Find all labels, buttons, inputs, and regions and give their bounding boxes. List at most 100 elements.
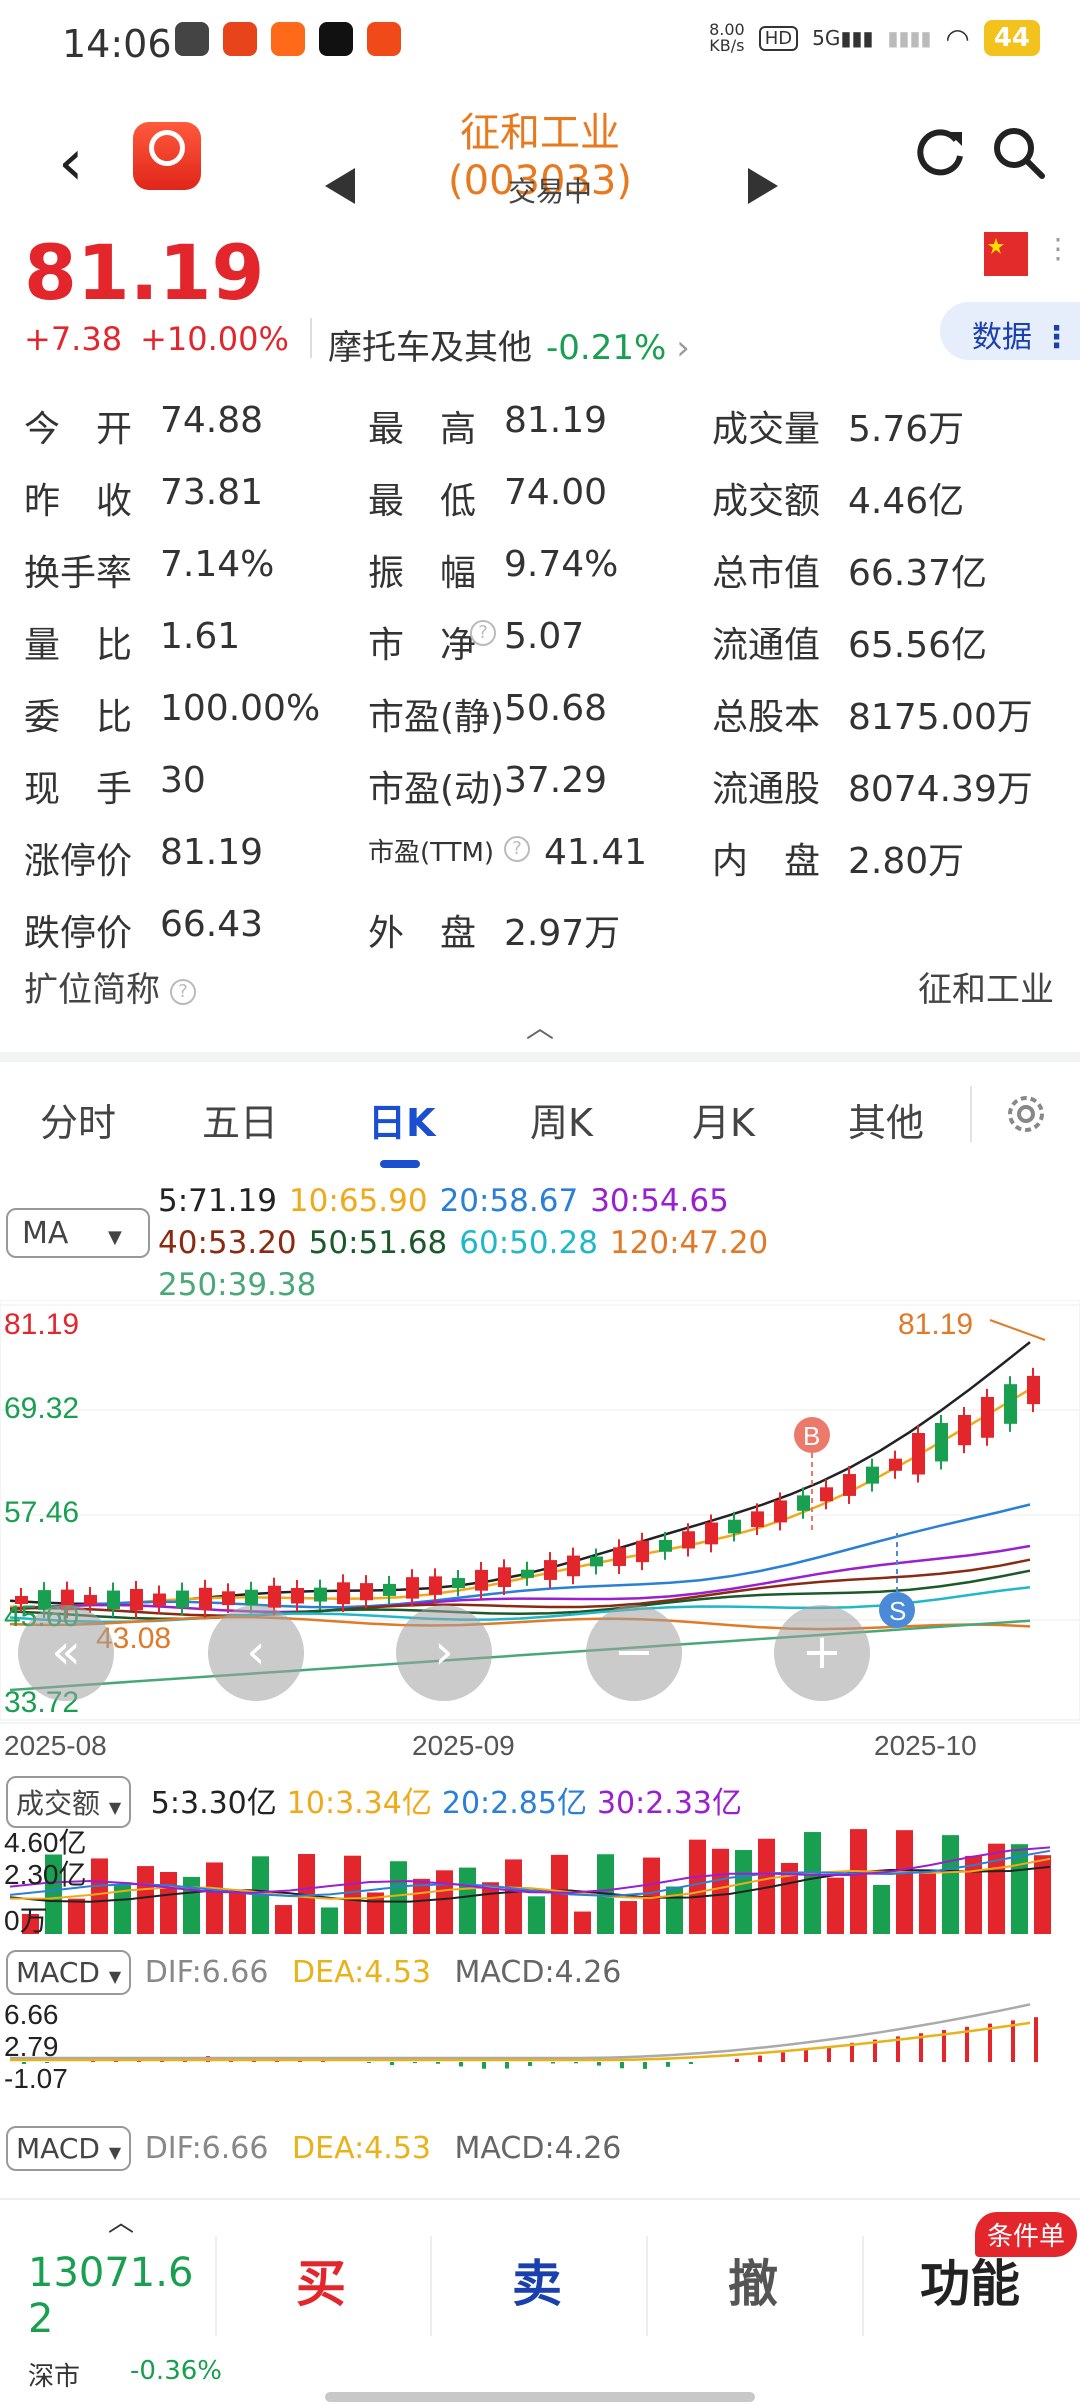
tab-other[interactable]: 其他 [848,1092,924,1147]
stat-label: 涨停价 [24,841,133,882]
ma-selector-label: MA [22,1216,69,1251]
dropdown-icon: ▼ [108,1798,122,1817]
ma-legend-item: 5:71.19 [158,1183,277,1219]
stat-label: 换手率 [24,553,133,594]
help-icon[interactable]: ? [470,620,496,646]
refresh-icon[interactable] [910,122,970,182]
stat-label: 成交量 [712,409,821,450]
help-icon[interactable]: ? [170,978,196,1005]
volume-bar [643,1857,660,1934]
collapse-icon[interactable]: ︿ [526,1006,554,1046]
volume-bar [712,1848,729,1934]
tiktok-icon [319,22,353,56]
stats-row: 量 比 1.61 市 净? 5.07 流通值 65.56亿 [24,606,1064,678]
help-icon[interactable]: ? [504,836,530,862]
gear-icon[interactable] [1000,1088,1052,1140]
stat-label: 成交额 [712,481,821,522]
tab-daily-k[interactable]: 日K [368,1092,435,1147]
app-icon [223,22,257,56]
stats-row: 今 开 74.88 最 高 81.19 成交量 5.76万 [24,390,1064,462]
candle-body [383,1583,396,1596]
data-button[interactable]: 数据 ⋮ [940,302,1080,360]
candle-body [475,1569,488,1591]
candle-body [636,1540,649,1563]
candle-body [84,1594,97,1605]
dropdown-icon: ▼ [107,1227,122,1248]
ma-selector[interactable]: MA ▼ [6,1208,150,1258]
sector-link[interactable]: 摩托车及其他 -0.21% › [328,320,690,369]
index-value[interactable]: 13071.62 [28,2250,218,2342]
next-stock-icon[interactable] [748,168,778,204]
volume-bar [390,1861,407,1934]
macd-value: MACD:4.26 [454,1955,622,1990]
stats-row: 跌停价 66.43 外 盘 2.97万 [24,894,1064,966]
stat-value: 9.74% [504,544,619,585]
stats-row: 昨 收 73.81 最 低 74.00 成交额 4.46亿 [24,462,1064,534]
zoom-out-button[interactable]: − [586,1605,682,1701]
stat-label: 流通股 [712,769,821,810]
stat-value: 1.61 [160,616,241,657]
app-logo[interactable] [133,122,201,190]
sector-percent: -0.21% [546,328,667,368]
back-icon[interactable]: ‹ [58,126,84,200]
pan-left-button[interactable]: ‹ [208,1605,304,1701]
tab-monthly-k[interactable]: 月K [692,1092,755,1147]
conditional-order-badge[interactable]: 条件单 [975,2212,1078,2257]
volume-bar [183,1876,200,1934]
macd-chart[interactable]: 6.662.79-1.07 [0,1998,1080,2108]
macd-selector-2[interactable]: MACD ▼ [6,2126,132,2171]
macd-selector[interactable]: MACD ▼ [6,1950,132,1995]
candle-body [981,1396,994,1438]
volume-selector[interactable]: 成交额 ▼ [6,1776,132,1828]
candle-body [360,1583,373,1601]
tab-five-day[interactable]: 五日 [202,1092,278,1147]
volume-bar [689,1839,706,1934]
zoom-in-button[interactable]: + [774,1605,870,1701]
tab-weekly-k[interactable]: 周K [530,1092,593,1147]
volume-header: 成交额 ▼ 5:3.30亿 10:3.34亿 20:2.85亿 30:2.33亿 [0,1776,742,1828]
candle-body [452,1578,465,1589]
candle-body [521,1569,534,1578]
china-flag-icon[interactable] [984,232,1028,276]
sell-button[interactable]: 卖 [512,2244,562,2316]
more-icon[interactable]: ⋮ [1044,232,1072,265]
cancel-order-button[interactable]: 撤 [728,2244,778,2316]
stat-label: 量 比 [24,625,133,666]
expand-icon[interactable]: ︿ [108,2202,134,2239]
candle-body [245,1589,258,1606]
macd-dea: DEA:4.53 [292,2131,431,2166]
prev-stock-icon[interactable] [325,168,355,204]
change-value: +7.38 [24,320,123,358]
volume-bar [275,1905,292,1934]
chart-nav-buttons: « ‹ › − + [0,1605,1080,1705]
x-tick-label: 2025-10 [874,1730,977,1761]
candle-body [153,1593,166,1606]
candle-body [843,1474,856,1496]
battery-icon: 44 [983,20,1040,56]
volume-bar [919,1869,936,1934]
rewind-button[interactable]: « [18,1605,114,1701]
active-tab-indicator [380,1160,420,1168]
tab-intraday[interactable]: 分时 [40,1092,116,1147]
signal-5g-icon: 5G▮▮▮ [812,26,874,50]
candle-body [544,1560,557,1580]
divider [646,2236,648,2336]
pan-right-button[interactable]: › [396,1605,492,1701]
price-change: +7.38 +10.00% [24,320,307,358]
candle-body [751,1511,764,1528]
stat-value: 2.80万 [848,841,965,882]
stat-value: 74.00 [504,472,608,513]
macd-header-2: MACD ▼ DIF:6.66 DEA:4.53 MACD:4.26 [0,2126,621,2171]
candle-body [406,1577,419,1599]
search-icon[interactable] [988,122,1048,182]
high-price-label: 81.19 [898,1308,973,1341]
wifi-icon: ◠ [945,21,970,55]
x-tick-label: 2025-08 [4,1730,107,1761]
buy-button[interactable]: 买 [296,2244,346,2316]
ma-legend: 5:71.19 10:65.90 20:58.67 30:54.65 40:53.20 5… [158,1180,780,1306]
volume-legend-item: 30:2.33亿 [596,1786,743,1821]
home-indicator[interactable] [325,2392,755,2402]
change-percent: +10.00% [140,320,289,358]
volume-chart[interactable]: 4.60亿2.30亿 0万 [0,1826,1080,1936]
stat-value: 74.88 [160,400,264,441]
